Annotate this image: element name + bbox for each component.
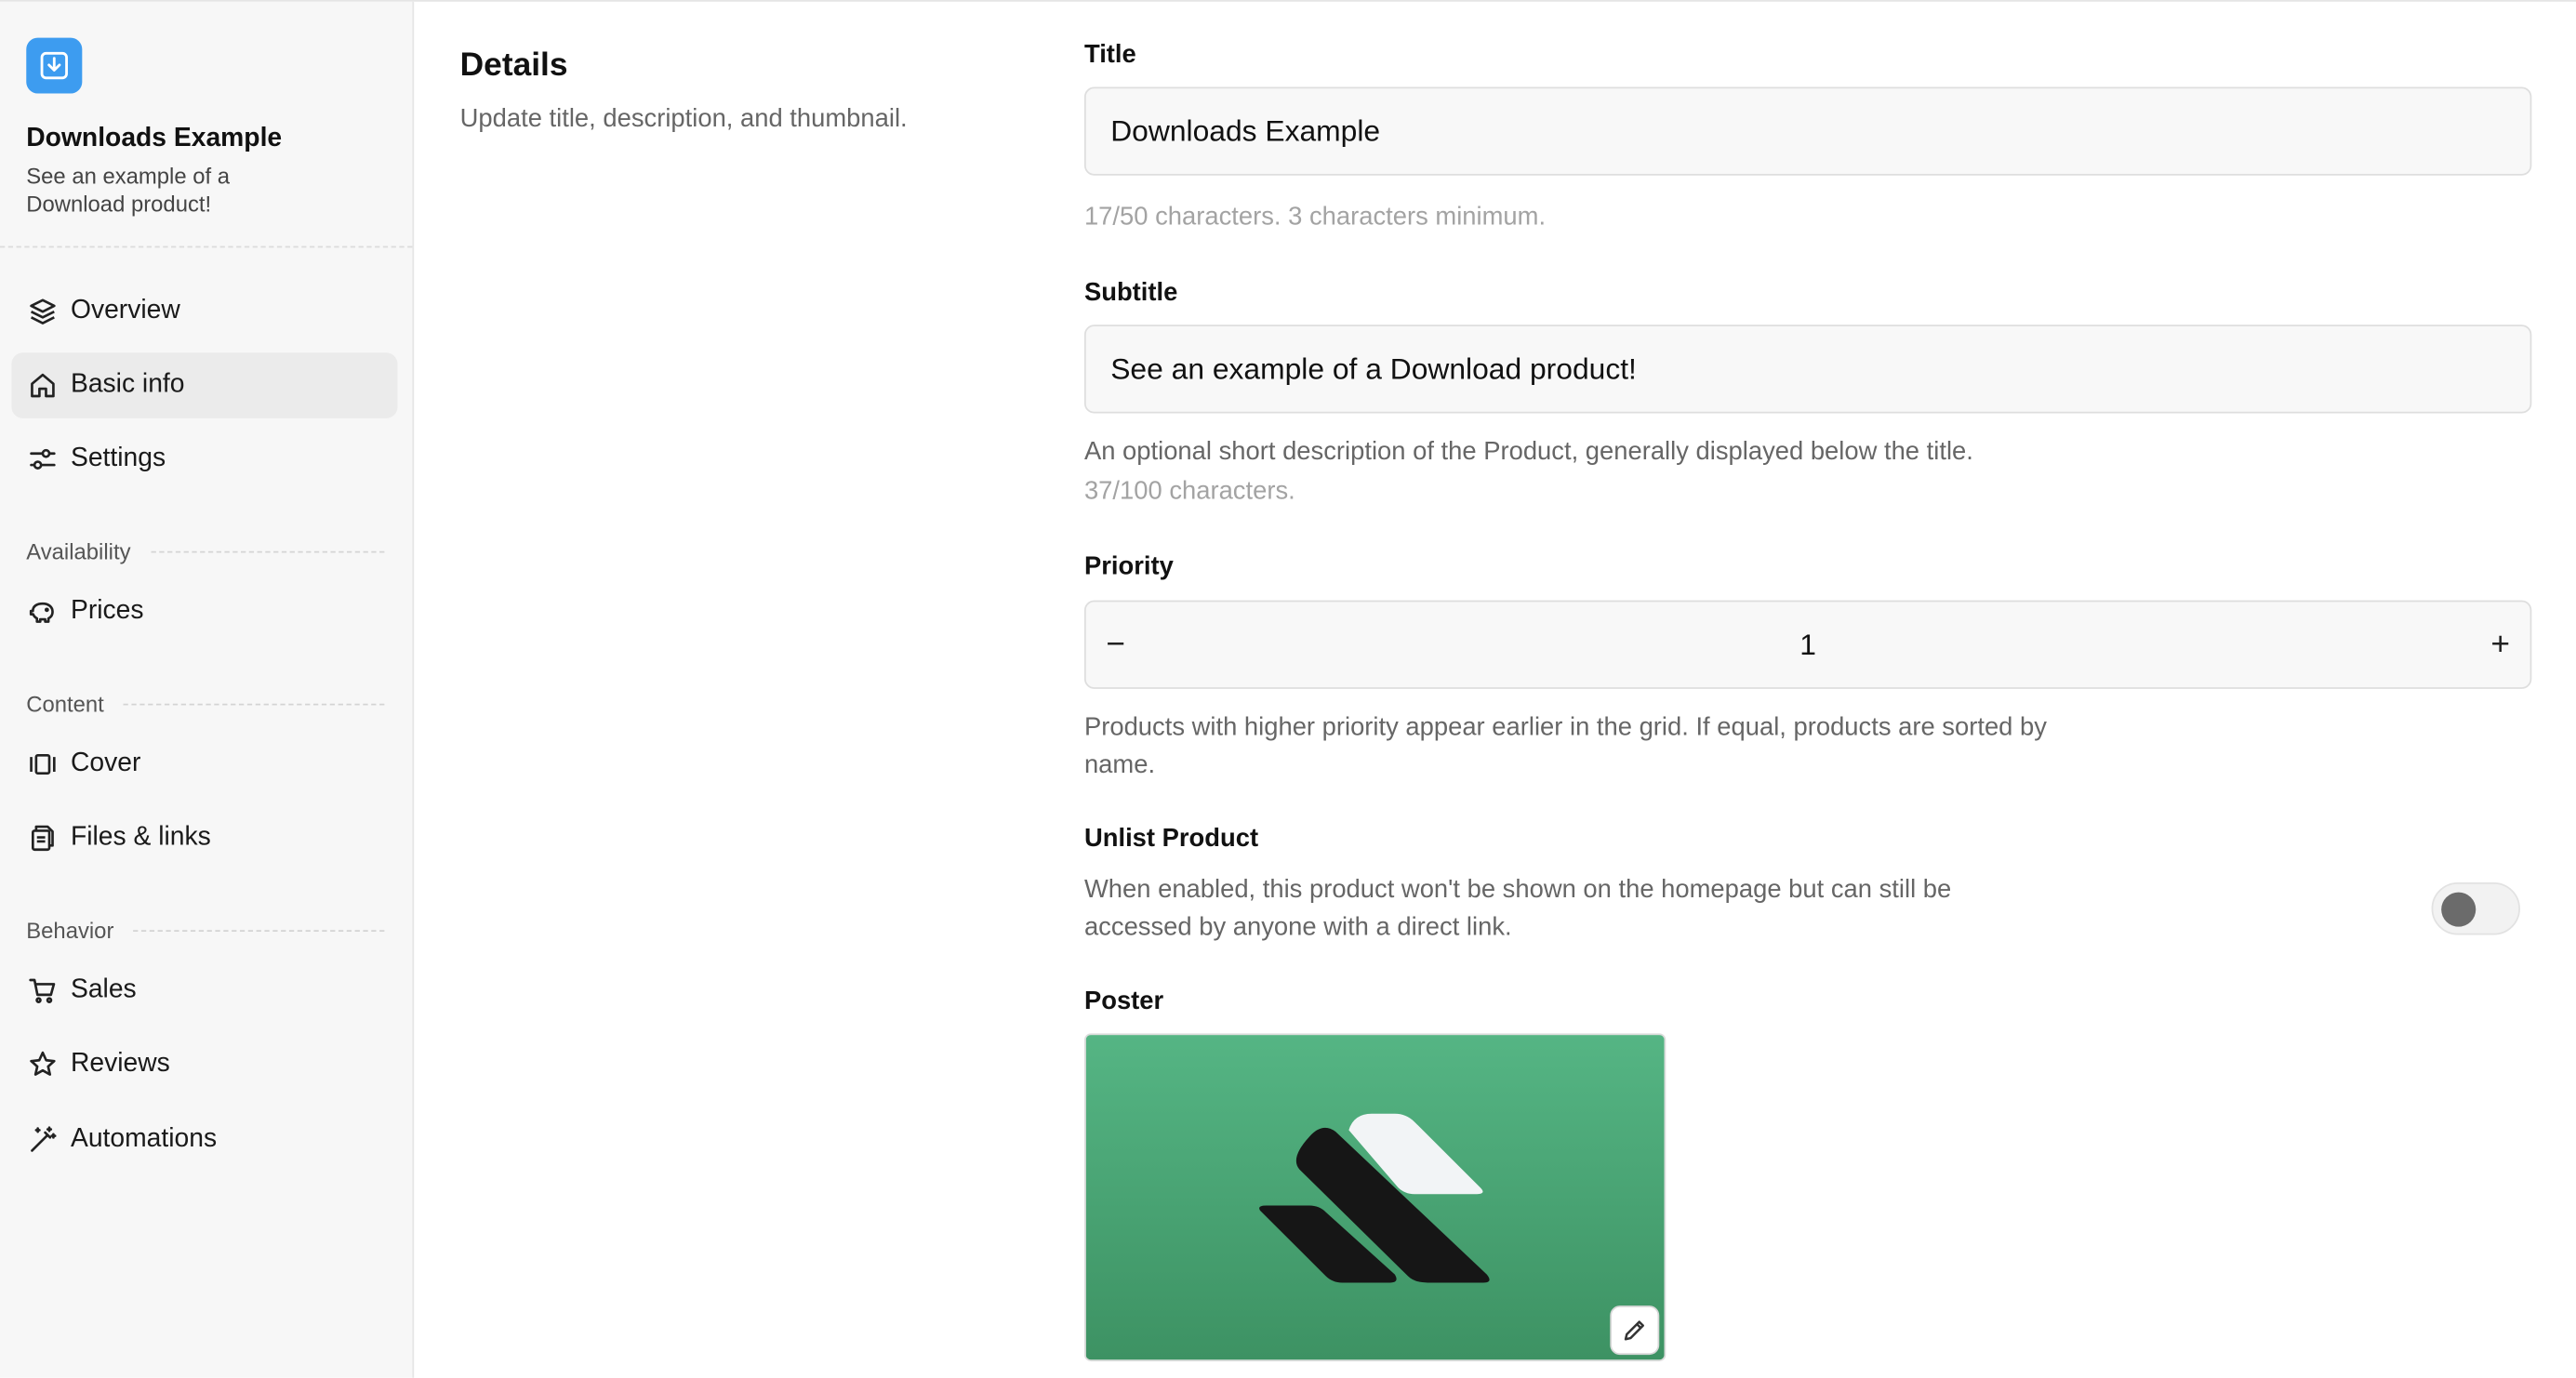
edit-poster-button[interactable] xyxy=(1610,1305,1660,1356)
priority-value[interactable]: 1 xyxy=(1799,628,1816,662)
sidebar: Downloads Example See an example of a Do… xyxy=(0,1,415,1378)
unlist-hint: When enabled, this product won't be show… xyxy=(1084,871,1951,947)
sidebar-item-label: Overview xyxy=(70,297,180,325)
sidebar-item-basic-info[interactable]: Basic info xyxy=(11,352,398,418)
gallery-icon xyxy=(28,749,58,779)
app-window: Downloads Example See an example of a Do… xyxy=(0,0,2576,1378)
sidebar-item-label: Sales xyxy=(70,975,137,1004)
sidebar-item-prices[interactable]: Prices xyxy=(11,579,397,645)
sidebar-item-label: Basic info xyxy=(70,370,185,399)
sidebar-divider xyxy=(0,245,413,248)
sliders-icon xyxy=(28,444,58,474)
priority-hint-line: Products with higher priority appear ear… xyxy=(1083,713,2047,742)
section-title: Behavior xyxy=(26,918,114,944)
sidebar-item-label: Settings xyxy=(70,444,166,473)
unlist-hint-line: accessed by anyone with a direct link. xyxy=(1083,913,1512,942)
section-title: Availability xyxy=(26,539,131,564)
sidebar-item-overview[interactable]: Overview xyxy=(11,279,397,345)
sidebar-item-label: Files & links xyxy=(70,823,211,852)
increment-button[interactable]: + xyxy=(2471,602,2530,687)
files-icon xyxy=(28,824,58,854)
sidebar-item-label: Prices xyxy=(70,597,144,626)
download-box-icon[interactable] xyxy=(26,37,83,94)
section-title: Details xyxy=(459,47,568,84)
pencil-icon xyxy=(1624,1320,1645,1341)
star-icon xyxy=(28,1050,58,1080)
sidebar-item-settings[interactable]: Settings xyxy=(11,427,397,493)
piggy-bank-icon xyxy=(28,597,58,627)
title-input[interactable] xyxy=(1083,86,2532,176)
product-subtitle: See an example of a Download product! xyxy=(26,164,231,217)
toggle-knob xyxy=(2441,892,2476,927)
poster-label: Poster xyxy=(1083,987,1164,1015)
priority-hint-line: name. xyxy=(1083,750,1156,779)
unlist-toggle[interactable] xyxy=(2431,882,2520,935)
title-char-count: 17/50 characters. 3 characters minimum. xyxy=(1083,203,1547,232)
sidebar-item-sales[interactable]: Sales xyxy=(11,958,397,1024)
section-title: Content xyxy=(26,692,104,717)
subtitle-label: Subtitle xyxy=(1083,278,1178,307)
layers-icon xyxy=(28,297,58,326)
priority-hint: Products with higher priority appear ear… xyxy=(1084,709,2047,784)
unlist-label: Unlist Product xyxy=(1083,825,1259,854)
sidebar-item-label: Cover xyxy=(70,749,141,778)
title-label: Title xyxy=(1083,41,1136,70)
priority-stepper: − 1 + xyxy=(1083,600,2532,689)
section-header-availability: Availability xyxy=(26,539,385,564)
section-description: Update title, description, and thumbnail… xyxy=(459,104,908,133)
subtitle-char-count: 37/100 characters. xyxy=(1083,477,1295,506)
sidebar-item-reviews[interactable]: Reviews xyxy=(11,1032,397,1098)
brand-logo-icon xyxy=(1259,1113,1490,1283)
section-header-content: Content xyxy=(26,692,385,717)
sidebar-item-label: Reviews xyxy=(70,1049,170,1078)
cart-icon xyxy=(28,976,58,1006)
home-icon xyxy=(28,371,58,401)
unlist-hint-line: When enabled, this product won't be show… xyxy=(1083,875,1952,904)
sidebar-item-automations[interactable]: Automations xyxy=(11,1107,397,1173)
sidebar-item-files-links[interactable]: Files & links xyxy=(11,805,397,871)
sidebar-item-cover[interactable]: Cover xyxy=(11,732,397,798)
sidebar-item-label: Automations xyxy=(70,1125,218,1154)
magic-wand-icon xyxy=(28,1125,58,1155)
decrement-button[interactable]: − xyxy=(1086,602,1146,687)
priority-label: Priority xyxy=(1083,552,1174,581)
subtitle-input[interactable] xyxy=(1083,325,2532,414)
poster-image[interactable] xyxy=(1083,1033,1666,1362)
product-name: Downloads Example xyxy=(26,125,283,153)
section-header-behavior: Behavior xyxy=(26,918,385,944)
subtitle-hint: An optional short description of the Pro… xyxy=(1083,437,1973,466)
